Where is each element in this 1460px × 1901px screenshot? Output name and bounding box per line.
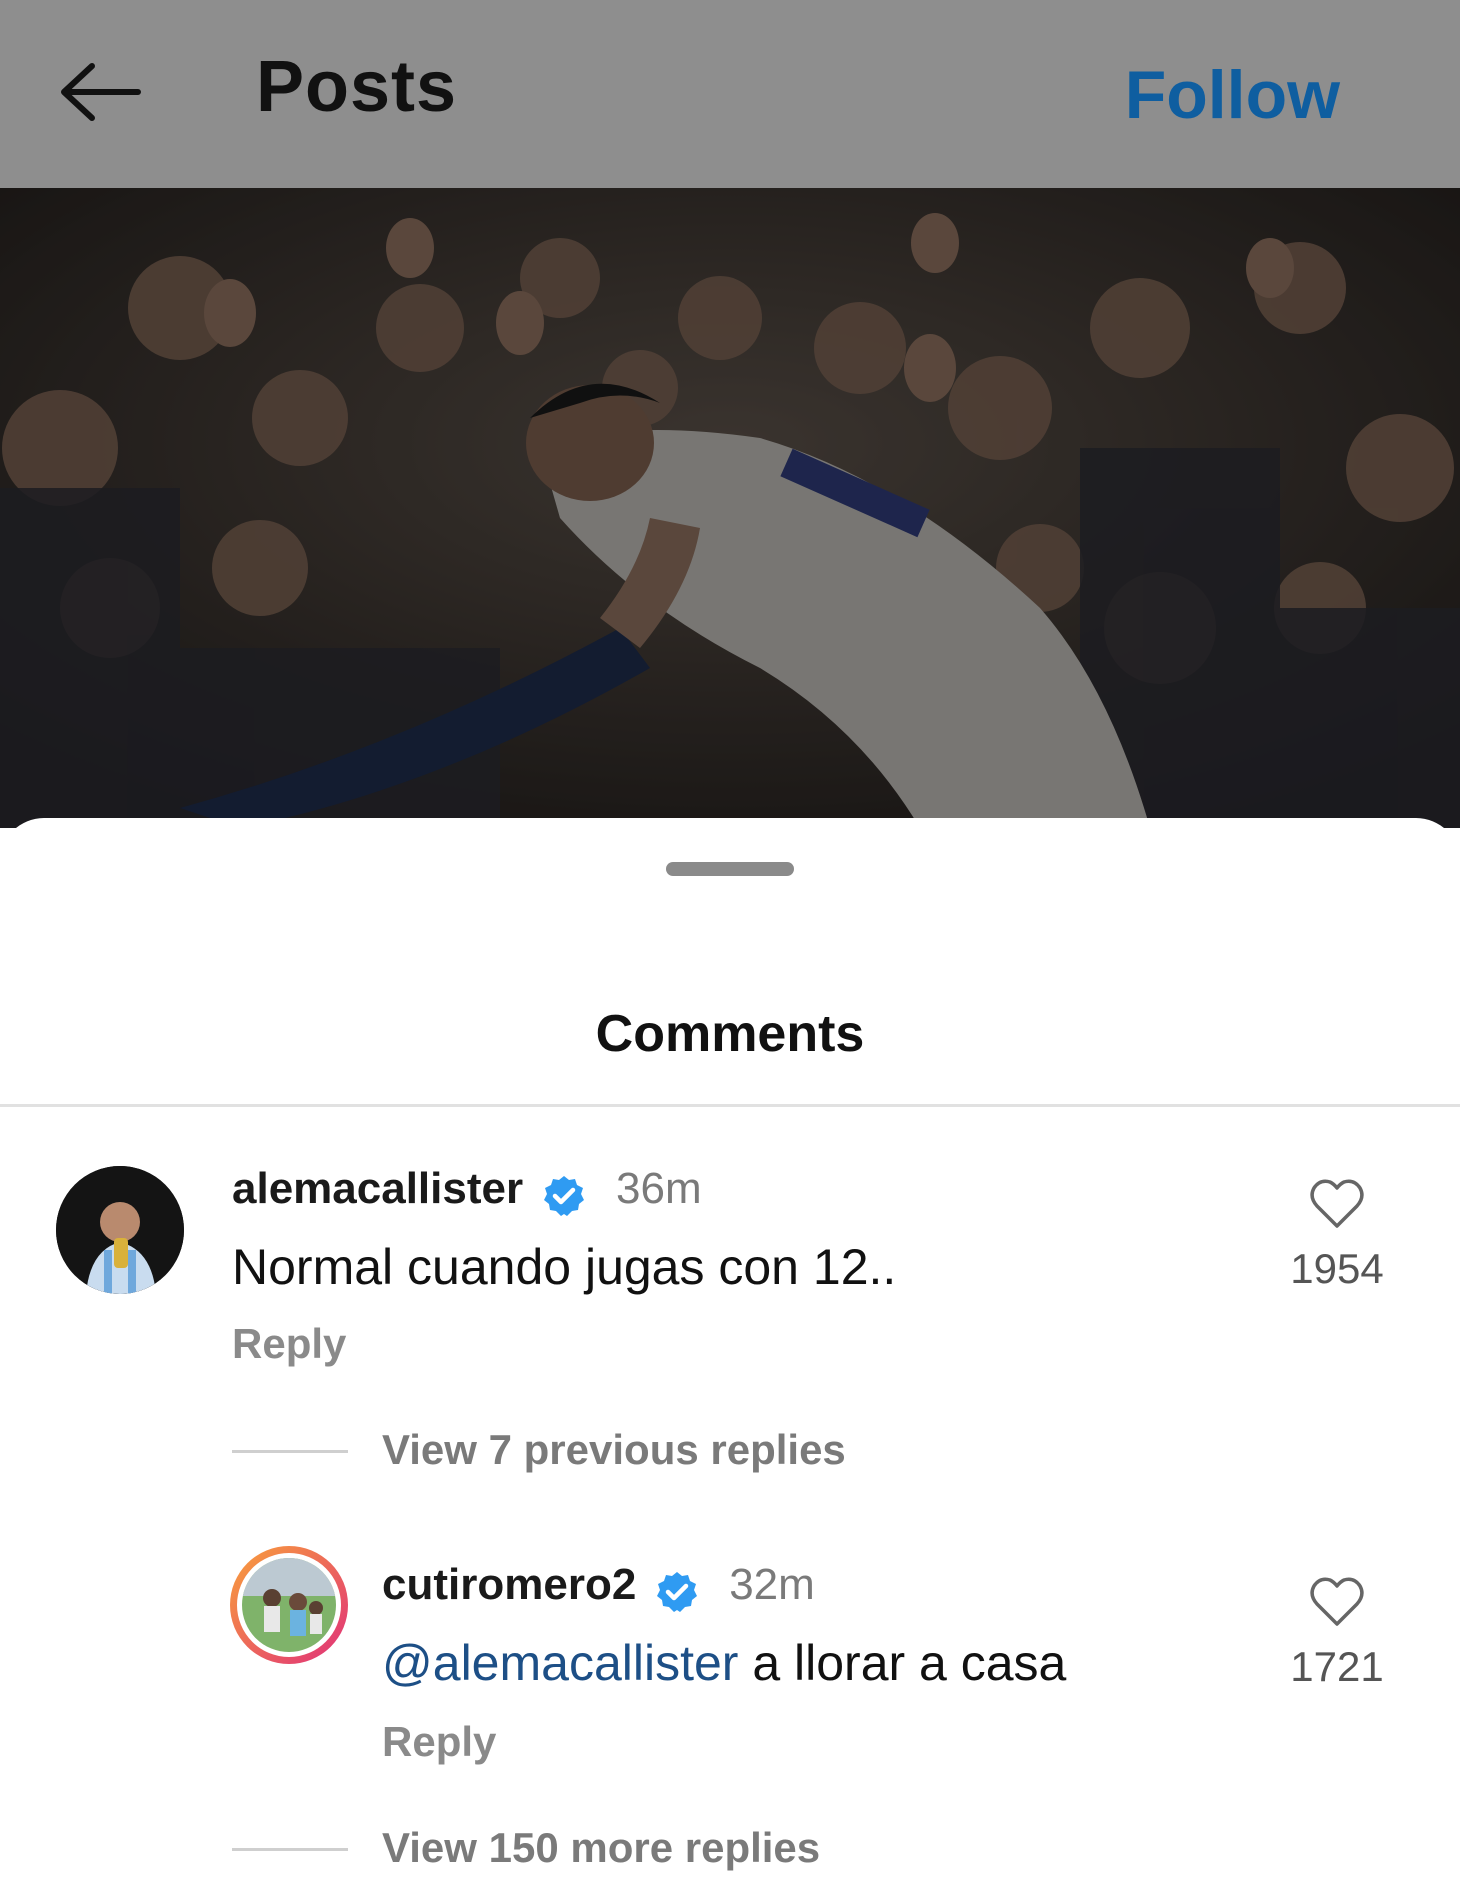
comment-text: @alemacallister a llorar a casa: [382, 1634, 1066, 1692]
profile-photo: [242, 1558, 336, 1652]
avatar[interactable]: [56, 1166, 184, 1294]
comment-text: Normal cuando jugas con 12..: [232, 1239, 897, 1295]
story-ring: [237, 1553, 341, 1657]
sheet-drag-handle[interactable]: [666, 862, 794, 876]
heart-outline-icon: [1310, 1179, 1364, 1228]
post-image[interactable]: [0, 188, 1460, 828]
arrow-left-icon: [61, 63, 141, 121]
post-comments-screen: Posts Follow Comments alemacallister 36m…: [0, 0, 1460, 1901]
profile-photo: [56, 1166, 184, 1294]
comment-timestamp: 32m: [729, 1560, 815, 1609]
reply-button[interactable]: Reply: [382, 1718, 496, 1766]
verified-badge-icon: [543, 1175, 584, 1216]
crowd-celebration-photo: [0, 188, 1460, 828]
like-button[interactable]: 1954: [1282, 1178, 1392, 1293]
heart-outline-icon: [1310, 1577, 1364, 1626]
comment-username[interactable]: alemacallister: [232, 1164, 523, 1213]
divider: [0, 1104, 1460, 1107]
like-count: 1954: [1290, 1245, 1384, 1292]
comment-timestamp: 36m: [616, 1164, 702, 1213]
top-bar: Posts Follow: [0, 0, 1460, 188]
like-button[interactable]: 1721: [1282, 1576, 1392, 1691]
mention-link[interactable]: @alemacallister: [382, 1635, 738, 1691]
verified-badge-icon: [656, 1571, 697, 1612]
back-button[interactable]: [52, 50, 148, 134]
comments-sheet: Comments alemacallister 36m Normal cuand…: [0, 818, 1460, 1901]
comments-title: Comments: [595, 1005, 865, 1063]
avatar[interactable]: [230, 1546, 348, 1664]
comment-body: a llorar a casa: [738, 1635, 1067, 1691]
comment-username[interactable]: cutiromero2: [382, 1560, 636, 1609]
thread-line: [232, 1450, 348, 1453]
like-count: 1721: [1290, 1643, 1384, 1690]
follow-button[interactable]: Follow: [1125, 56, 1340, 134]
page-title: Posts: [256, 47, 458, 127]
view-more-replies-button[interactable]: View 150 more replies: [382, 1824, 820, 1872]
view-previous-replies-button[interactable]: View 7 previous replies: [382, 1426, 846, 1474]
thread-line: [232, 1848, 348, 1851]
reply-button[interactable]: Reply: [232, 1320, 346, 1368]
